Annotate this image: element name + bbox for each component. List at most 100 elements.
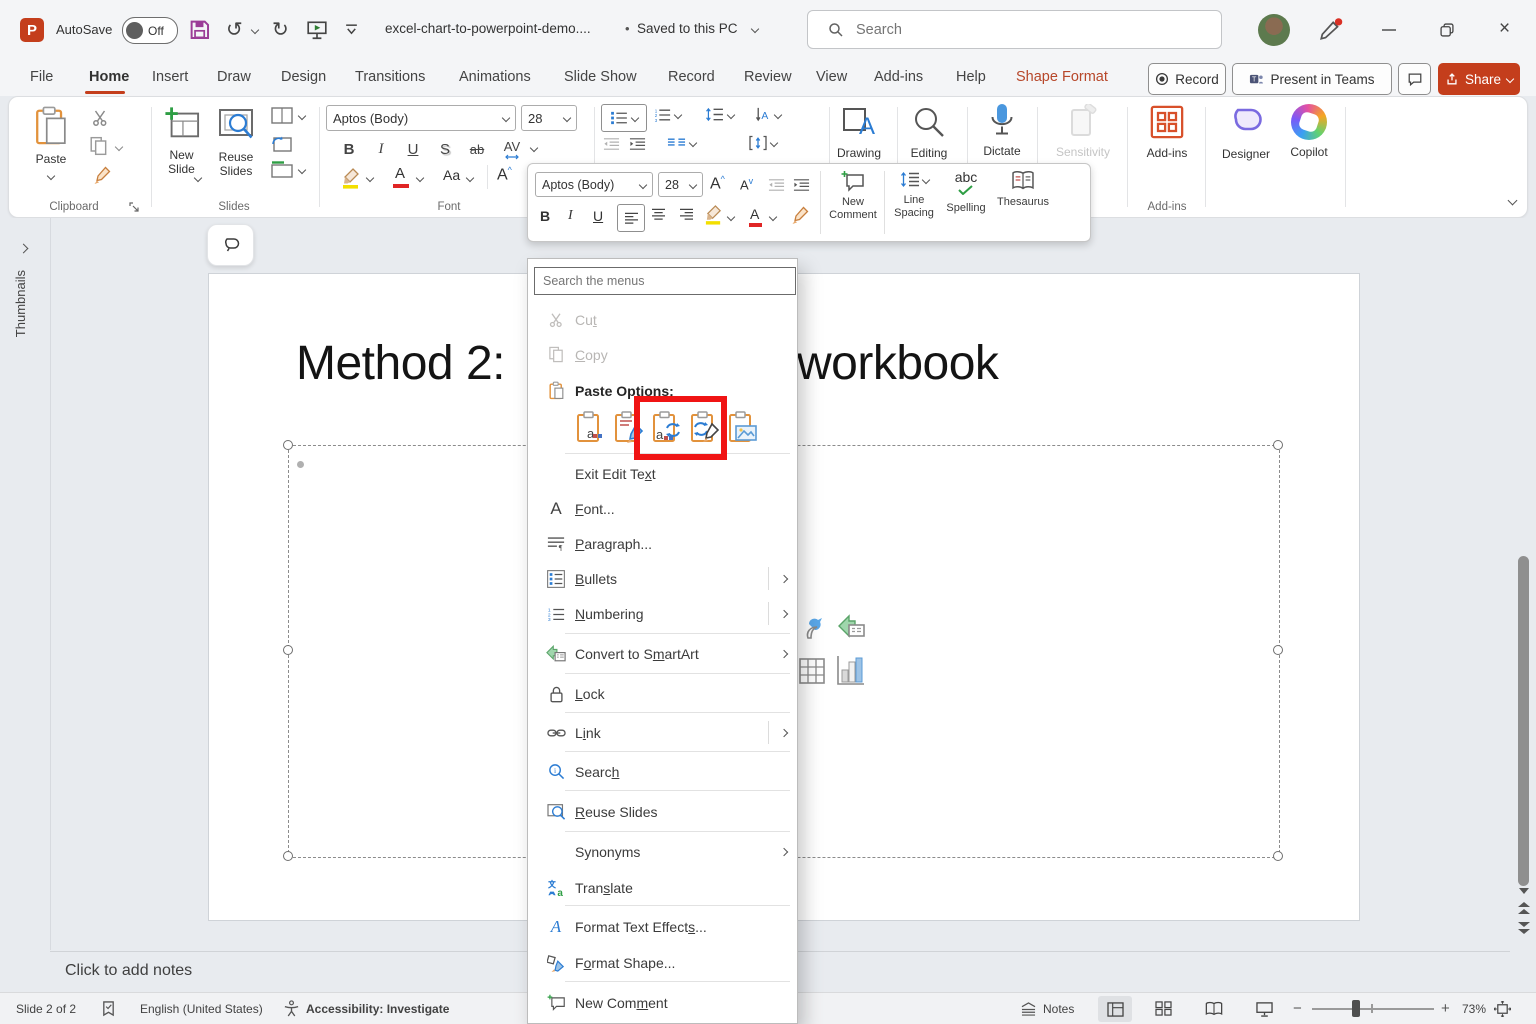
mini-highlight-button[interactable] <box>704 204 723 225</box>
slide-title-right[interactable]: workbook <box>797 336 998 391</box>
menu-item-new-comment[interactable]: New Comment <box>529 985 797 1020</box>
menu-item-translate[interactable]: a Translate <box>529 870 797 905</box>
bullets-button[interactable] <box>601 104 647 132</box>
reuse-slides-button[interactable]: Reuse Slides <box>212 104 260 194</box>
font-size-combo[interactable]: 28 <box>521 105 577 131</box>
mini-font-color-button[interactable]: A <box>750 206 759 222</box>
line-spacing-button[interactable] <box>705 107 734 122</box>
underline-button[interactable]: U <box>403 139 423 159</box>
resize-handle[interactable] <box>1273 645 1283 655</box>
insert-chart-icon[interactable] <box>836 654 864 686</box>
format-painter-icon[interactable] <box>92 165 112 185</box>
addins-button[interactable]: Add-ins <box>1141 104 1193 160</box>
menu-item-format-text-effects[interactable]: A Format Text Effects... <box>529 909 797 944</box>
menu-item-font[interactable]: A Font... <box>529 491 797 526</box>
slide-copilot-button[interactable] <box>207 224 254 266</box>
menu-item-cut[interactable]: Cut <box>529 302 797 337</box>
clipboard-dialog-launcher-icon[interactable] <box>129 202 140 213</box>
comments-button[interactable] <box>1398 63 1431 95</box>
tab-view[interactable]: View <box>812 60 851 94</box>
copy-icon[interactable] <box>89 136 109 156</box>
font-name-combo[interactable]: Aptos (Body) <box>326 105 516 131</box>
powerpoint-app-icon[interactable]: P <box>20 18 44 42</box>
character-spacing-button[interactable]: AV <box>499 137 525 161</box>
font-color-dropdown-icon[interactable] <box>416 174 424 182</box>
autosave-toggle[interactable]: Off <box>122 17 178 44</box>
insert-smartart-icon[interactable] <box>836 612 866 642</box>
user-avatar[interactable] <box>1258 14 1290 46</box>
search-input[interactable] <box>854 21 1188 39</box>
collapse-ribbon-icon[interactable] <box>1508 196 1518 206</box>
tab-home[interactable]: Home <box>85 60 133 94</box>
mini-spelling-button[interactable]: abc Spelling <box>942 168 990 215</box>
slide-indicator[interactable]: Slide 2 of 2 <box>16 993 76 1024</box>
mini-align-center-button[interactable] <box>651 208 666 221</box>
tab-help[interactable]: Help <box>952 60 990 94</box>
share-button[interactable]: Share <box>1438 63 1520 95</box>
columns-button[interactable] <box>667 137 696 149</box>
insert-table-icon[interactable] <box>798 656 826 686</box>
reading-view-button[interactable] <box>1205 993 1223 1024</box>
dictate-button[interactable]: Dictate <box>977 102 1027 158</box>
decrease-indent-button[interactable] <box>603 137 620 151</box>
mini-decrease-font-button[interactable]: Av <box>740 176 753 192</box>
menu-item-paragraph[interactable]: ¶ Paragraph... <box>529 526 797 561</box>
slide-layout-button[interactable] <box>271 107 293 125</box>
document-title[interactable]: excel-chart-to-powerpoint-demo.... <box>385 21 591 36</box>
strikethrough-button[interactable]: ab <box>465 139 489 159</box>
paste-picture-icon[interactable] <box>726 411 758 443</box>
undo-dropdown-icon[interactable] <box>251 26 259 34</box>
save-icon[interactable] <box>189 19 210 40</box>
resize-handle[interactable] <box>283 645 293 655</box>
menu-item-reuse-slides[interactable]: Reuse Slides <box>529 794 797 829</box>
undo-icon[interactable]: ↺ <box>226 17 243 42</box>
next-slide-button[interactable] <box>1516 920 1532 936</box>
close-button[interactable]: × <box>1499 18 1510 40</box>
customize-quick-access-icon[interactable] <box>344 24 359 36</box>
copy-dropdown-icon[interactable] <box>115 143 123 151</box>
resize-handle[interactable] <box>283 440 293 450</box>
mini-increase-font-button[interactable]: A^ <box>710 174 725 193</box>
bold-button[interactable]: B <box>339 139 359 159</box>
tab-draw[interactable]: Draw <box>213 60 255 94</box>
slide-title-left[interactable]: Method 2: <box>296 336 505 391</box>
mini-font-name-combo[interactable]: Aptos (Body) <box>535 172 653 197</box>
copilot-button[interactable]: Copilot <box>1281 104 1337 159</box>
tab-transitions[interactable]: Transitions <box>351 60 429 94</box>
zoom-out-button[interactable]: − <box>1293 993 1302 1024</box>
numbering-button[interactable]: 123 <box>653 107 681 123</box>
resize-handle[interactable] <box>1273 440 1283 450</box>
mini-line-spacing-button[interactable]: Line Spacing <box>888 168 940 219</box>
zoom-level[interactable]: 73% <box>1462 993 1486 1024</box>
increase-indent-button[interactable] <box>629 137 646 151</box>
resize-handle[interactable] <box>1273 851 1283 861</box>
saved-status[interactable]: Saved to this PC <box>637 21 738 36</box>
feedback-megaphone-icon[interactable] <box>1318 17 1344 43</box>
reset-slide-button[interactable] <box>271 135 293 153</box>
tab-design[interactable]: Design <box>277 60 330 94</box>
designer-button[interactable]: Designer <box>1214 103 1278 161</box>
record-button[interactable]: Record <box>1148 63 1226 95</box>
slide-sorter-view-button[interactable] <box>1155 993 1172 1024</box>
resize-handle[interactable] <box>283 851 293 861</box>
menu-item-bullets[interactable]: Bullets <box>529 561 797 596</box>
proofing-status-icon[interactable] <box>101 993 116 1024</box>
fit-slide-to-window-button[interactable] <box>1494 993 1511 1024</box>
mini-thesaurus-button[interactable]: Thesaurus <box>992 168 1054 209</box>
editing-group-button[interactable]: Editing <box>905 104 953 160</box>
menu-item-exit-edit-text[interactable]: Exit Edit Text <box>529 456 797 491</box>
tab-slide-show[interactable]: Slide Show <box>560 60 641 94</box>
tab-shape-format[interactable]: Shape Format <box>1012 60 1112 94</box>
scroll-down-arrow-icon[interactable] <box>1519 888 1529 894</box>
language-status[interactable]: English (United States) <box>140 993 263 1024</box>
highlight-color-button[interactable] <box>341 167 361 189</box>
menu-search-input[interactable] <box>534 267 796 295</box>
section-button[interactable] <box>271 161 293 179</box>
tab-animations[interactable]: Animations <box>455 60 535 94</box>
drawing-group-button[interactable]: A Drawing <box>835 104 883 160</box>
menu-item-format-shape[interactable]: Format Shape... <box>529 945 797 980</box>
normal-view-button[interactable] <box>1098 996 1132 1022</box>
mini-format-painter-button[interactable] <box>790 205 810 225</box>
mini-bold-button[interactable]: B <box>540 208 550 224</box>
mini-font-color-dropdown-icon[interactable] <box>769 213 777 221</box>
